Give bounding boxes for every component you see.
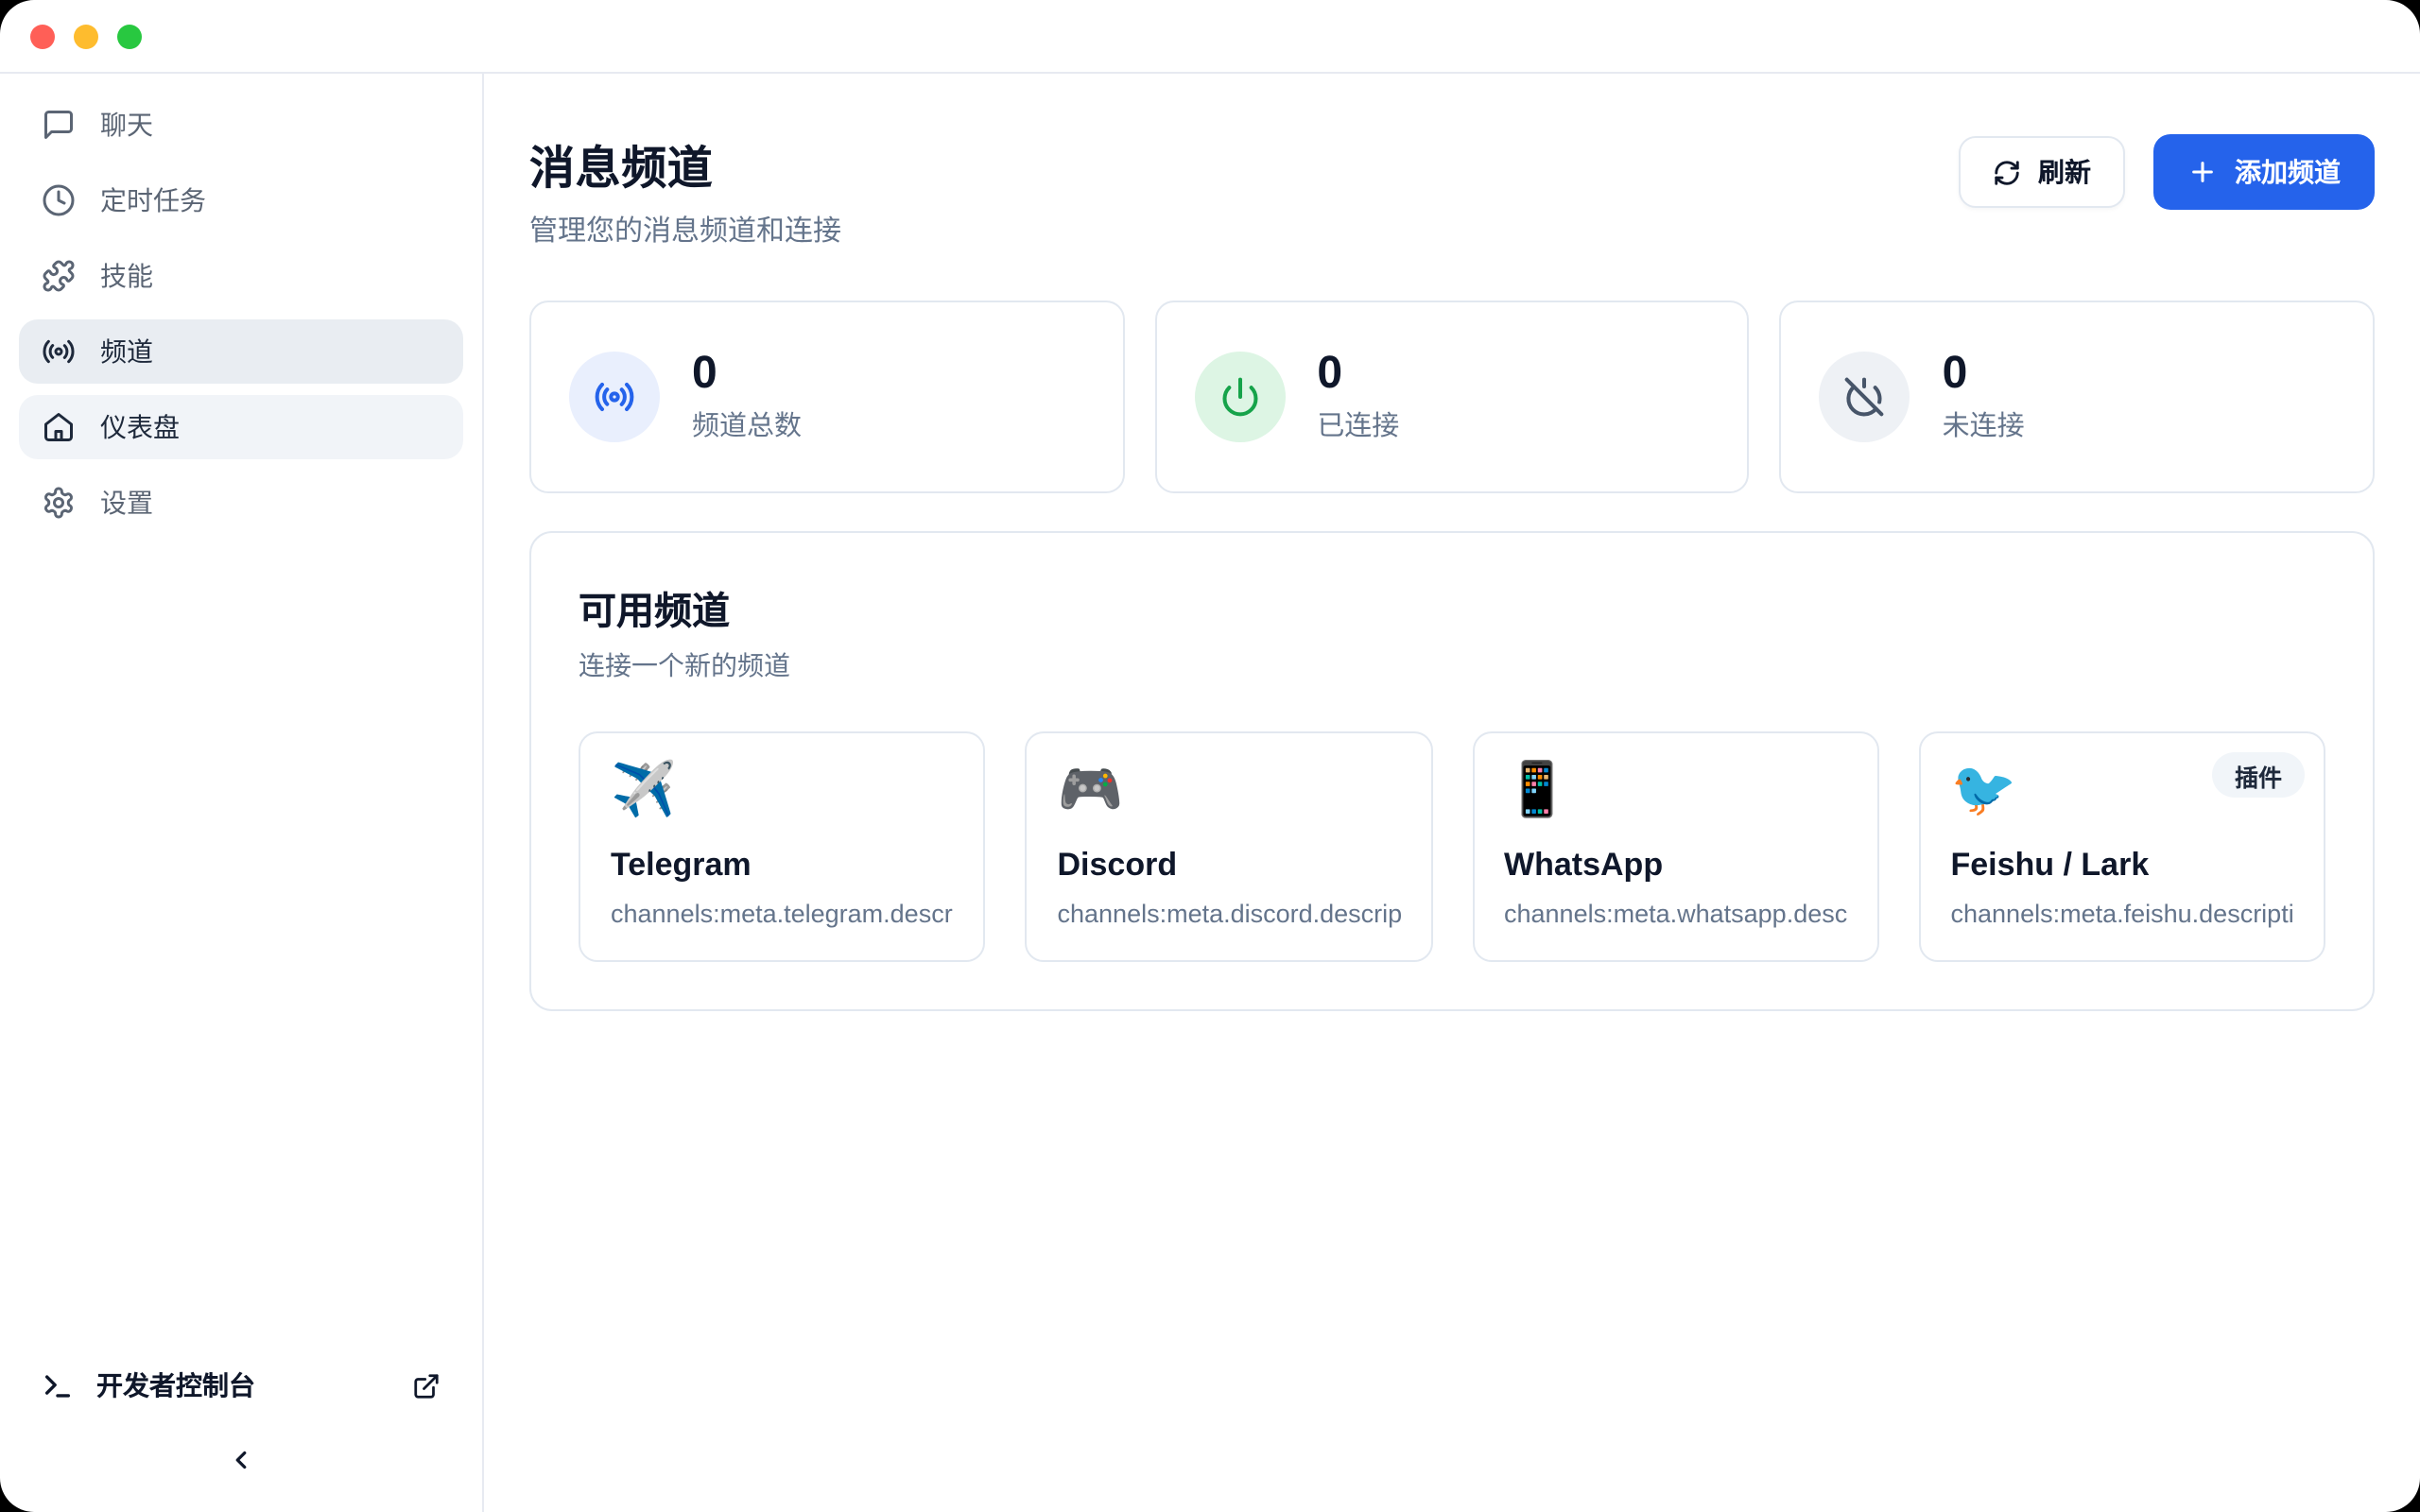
channel-name: WhatsApp xyxy=(1504,847,1847,885)
page-subtitle: 管理您的消息频道和连接 xyxy=(529,210,841,249)
developer-console-label: 开发者控制台 xyxy=(96,1366,255,1404)
sidebar-item-label: 频道 xyxy=(100,333,153,370)
add-channel-button[interactable]: 添加频道 xyxy=(2153,134,2375,210)
stat-value: 0 xyxy=(1943,350,2025,397)
channel-card-telegram[interactable]: ✈️ Telegram channels:meta.telegram.descr… xyxy=(579,731,986,962)
main-content: 消息频道 管理您的消息频道和连接 刷新 xyxy=(484,74,2420,1512)
sidebar-item-scheduled-tasks[interactable]: 定时任务 xyxy=(19,168,463,232)
close-window-button[interactable] xyxy=(30,24,55,48)
stat-value: 0 xyxy=(692,350,802,397)
channel-name: Telegram xyxy=(611,847,954,885)
sidebar-nav: 聊天 定时任务 技能 xyxy=(0,74,482,554)
stat-card-disconnected: 0 未连接 xyxy=(1780,301,2375,493)
stat-card-connected: 0 已连接 xyxy=(1154,301,1749,493)
channel-card-whatsapp[interactable]: 📱 WhatsApp channels:meta.whatsapp.descri… xyxy=(1472,731,1879,962)
sidebar-item-label: 仪表盘 xyxy=(100,408,180,446)
sidebar-item-label: 技能 xyxy=(100,257,153,295)
sidebar-item-settings[interactable]: 设置 xyxy=(19,471,463,535)
refresh-button[interactable]: 刷新 xyxy=(1959,136,2125,208)
airplane-emoji-icon: ✈️ xyxy=(611,762,954,820)
minimize-window-button[interactable] xyxy=(74,24,98,48)
channel-grid: ✈️ Telegram channels:meta.telegram.descr… xyxy=(579,731,2325,962)
maximize-window-button[interactable] xyxy=(117,24,142,48)
sidebar-collapse-button[interactable] xyxy=(227,1446,255,1474)
home-icon xyxy=(42,410,76,444)
radio-icon xyxy=(569,352,660,442)
channel-card-feishu[interactable]: 插件 🐦 Feishu / Lark channels:meta.feishu.… xyxy=(1919,731,2326,962)
page-title: 消息频道 xyxy=(529,130,841,197)
sidebar: 聊天 定时任务 技能 xyxy=(0,74,484,1512)
refresh-icon xyxy=(1993,158,2021,186)
sidebar-item-label: 设置 xyxy=(100,484,153,522)
power-off-icon xyxy=(1820,352,1910,442)
stat-value: 0 xyxy=(1317,350,1399,397)
sidebar-item-label: 定时任务 xyxy=(100,181,206,219)
titlebar xyxy=(0,0,2420,74)
add-channel-button-label: 添加频道 xyxy=(2235,153,2341,191)
app-window: 聊天 定时任务 技能 xyxy=(0,0,2420,1512)
gear-icon xyxy=(42,486,76,520)
available-channels-section: 可用频道 连接一个新的频道 ✈️ Telegram channels:meta.… xyxy=(529,531,2375,1011)
page-header: 消息频道 管理您的消息频道和连接 刷新 xyxy=(529,130,2375,249)
plus-icon xyxy=(2187,157,2218,187)
stat-card-total-channels: 0 频道总数 xyxy=(529,301,1124,493)
channel-description: channels:meta.whatsapp.descrip xyxy=(1504,900,1847,928)
sidebar-item-skills[interactable]: 技能 xyxy=(19,244,463,308)
sidebar-item-channels[interactable]: 频道 xyxy=(19,319,463,384)
gamepad-emoji-icon: 🎮 xyxy=(1058,762,1401,820)
section-subtitle: 连接一个新的频道 xyxy=(579,646,2325,684)
channel-card-discord[interactable]: 🎮 Discord channels:meta.discord.descript… xyxy=(1026,731,1433,962)
plugin-badge: 插件 xyxy=(2212,752,2305,798)
mobile-phone-emoji-icon: 📱 xyxy=(1504,762,1847,820)
stat-label: 频道总数 xyxy=(692,404,802,444)
stat-label: 已连接 xyxy=(1317,404,1399,444)
radio-icon xyxy=(42,335,76,369)
channel-description: channels:meta.telegram.descript xyxy=(611,900,954,928)
message-square-icon xyxy=(42,108,76,142)
sidebar-footer: 开发者控制台 xyxy=(0,1332,482,1512)
section-title: 可用频道 xyxy=(579,580,2325,635)
refresh-button-label: 刷新 xyxy=(2038,153,2091,191)
sidebar-item-chat[interactable]: 聊天 xyxy=(19,93,463,157)
terminal-icon xyxy=(42,1369,74,1401)
channel-description: channels:meta.feishu.description xyxy=(1951,900,2294,928)
channel-name: Feishu / Lark xyxy=(1951,847,2294,885)
stats-row: 0 频道总数 0 已连接 xyxy=(529,301,2375,493)
developer-console-link[interactable]: 开发者控制台 xyxy=(23,1351,459,1419)
channel-description: channels:meta.discord.descriptic xyxy=(1058,900,1401,928)
power-icon xyxy=(1194,352,1285,442)
puzzle-icon xyxy=(42,259,76,293)
chevron-left-icon xyxy=(227,1446,255,1474)
stat-label: 未连接 xyxy=(1943,404,2025,444)
channel-name: Discord xyxy=(1058,847,1401,885)
sidebar-item-label: 聊天 xyxy=(100,106,153,144)
clock-icon xyxy=(42,183,76,217)
sidebar-item-dashboard[interactable]: 仪表盘 xyxy=(19,395,463,459)
external-link-icon[interactable] xyxy=(412,1371,441,1400)
